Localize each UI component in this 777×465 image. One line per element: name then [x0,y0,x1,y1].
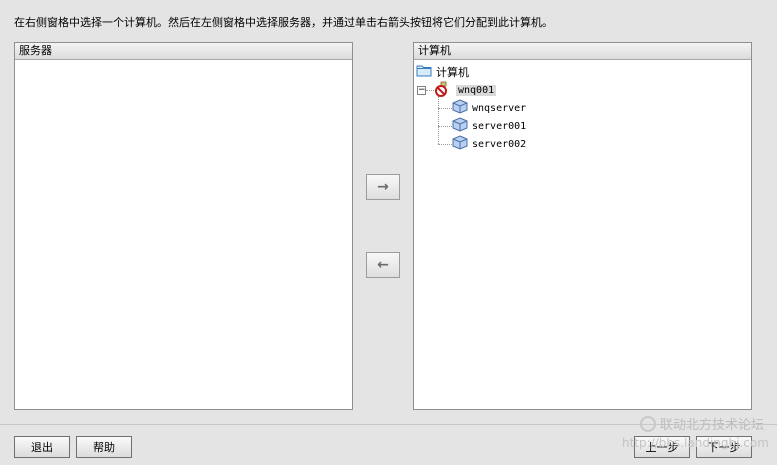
watermark-url: http://bbs.landingbj.com [622,436,769,450]
computers-panel[interactable]: 计算机 计算机 − wnq001 wnqserver server001 ser… [413,42,752,410]
computer-tree[interactable]: 计算机 − wnq001 wnqserver server001 server0… [414,60,751,409]
servers-panel-header: 服务器 [15,43,352,60]
tree-server-label: server002 [472,138,527,150]
tree-connector [438,108,452,109]
tree-machine-label: wnq001 [456,84,497,96]
arrow-right-icon: → [377,179,389,195]
tree-root-node[interactable]: 计算机 [416,64,469,80]
tree-connector [438,144,452,145]
server-cube-icon [452,99,468,117]
watermark: 联动北方技术论坛 [640,414,764,433]
instruction-text: 在右侧窗格中选择一个计算机。然后在左侧窗格中选择服务器，并通过单击右箭头按钮将它… [14,16,553,29]
server-cube-icon [452,117,468,135]
folder-icon [416,64,432,80]
tree-connector [438,96,439,144]
arrow-left-icon: ← [377,257,389,273]
servers-panel[interactable]: 服务器 [14,42,353,410]
watermark-logo-icon [640,415,656,432]
collapse-toggle[interactable]: − [417,86,426,95]
tree-server-label: server001 [472,120,527,132]
tree-connector [438,126,452,127]
computer-stop-icon [434,81,452,100]
help-button[interactable]: 帮助 [76,436,132,458]
tree-machine-node[interactable]: wnq001 [434,81,497,100]
computers-panel-header: 计算机 [414,43,751,60]
tree-server-node[interactable]: server001 [452,117,527,135]
tree-server-node[interactable]: server002 [452,135,527,153]
unassign-left-arrow-button[interactable]: ← [366,252,400,278]
watermark-title: 联动北方技术论坛 [660,418,765,433]
tree-server-label: wnqserver [472,102,527,114]
exit-button[interactable]: 退出 [14,436,70,458]
tree-server-node[interactable]: wnqserver [452,99,527,117]
tree-root-label: 计算机 [436,66,469,79]
assign-right-arrow-button[interactable]: → [366,174,400,200]
server-cube-icon [452,135,468,153]
tree-connector [426,90,434,91]
